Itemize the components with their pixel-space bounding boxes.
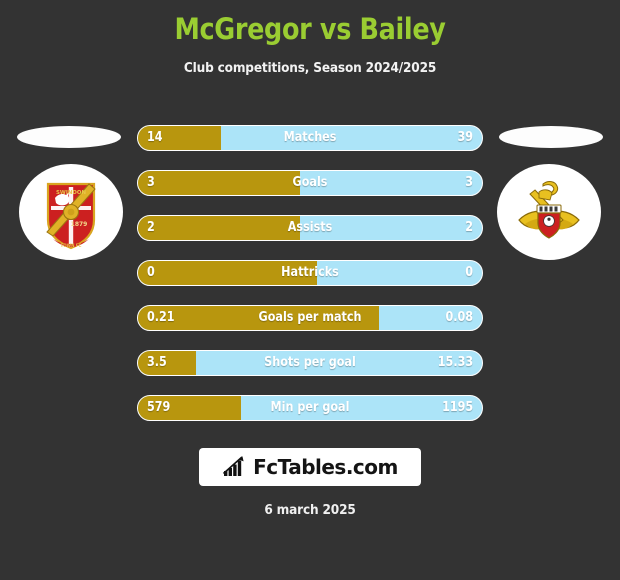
stat-away-value: 39 — [457, 130, 473, 145]
stat-row: 0.21 Goals per match 0.08 — [137, 305, 483, 331]
report-date: 6 march 2025 — [264, 502, 356, 518]
page-subtitle: Club competitions, Season 2024/2025 — [183, 60, 437, 76]
stat-label: Goals per match — [258, 310, 362, 325]
stat-home-value: 0 — [147, 265, 155, 280]
stat-row: 3.5 Shots per goal 15.33 — [137, 350, 483, 376]
svg-text:TOWN FC: TOWN FC — [61, 243, 82, 248]
stat-row: 0 Hattricks 0 — [137, 260, 483, 286]
stats-comparison-chart: 14 Matches 39 3 Goals 3 2 Assists 2 0 Hattricks 0 0.… — [137, 125, 483, 440]
stat-label: Min per goal — [270, 400, 350, 415]
stat-label: Goals — [292, 175, 328, 190]
stat-row: 579 Min per goal 1195 — [137, 395, 483, 421]
svg-text:1879: 1879 — [71, 221, 88, 228]
stat-label: Hattricks — [281, 265, 339, 280]
stat-row: 3 Goals 3 — [137, 170, 483, 196]
page-title: McGregor vs Bailey — [174, 12, 446, 46]
stat-away-value: 0.08 — [445, 310, 473, 325]
stat-home-value: 14 — [147, 130, 163, 145]
stat-row: 2 Assists 2 — [137, 215, 483, 241]
fctables-label: FcTables.com — [253, 455, 398, 479]
stat-away-value: 3 — [465, 175, 473, 190]
stat-away-value: 15.33 — [437, 355, 473, 370]
stat-home-value: 2 — [147, 220, 155, 235]
stat-away-value: 2 — [465, 220, 473, 235]
bar-chart-growth-icon — [223, 456, 244, 476]
stat-away-value: 0 — [465, 265, 473, 280]
header: McGregor vs Bailey Club competitions, Se… — [0, 0, 620, 76]
swindon-town-crest-icon: 1879 SWINDON TOWN FC — [46, 182, 96, 250]
svg-text:SWINDON: SWINDON — [56, 190, 86, 196]
fctables-logo[interactable]: FcTables.com — [199, 448, 421, 486]
doncaster-rovers-crest-icon — [518, 181, 580, 239]
stat-row: 14 Matches 39 — [137, 125, 483, 151]
stat-label: Shots per goal — [264, 355, 356, 370]
away-team-crest[interactable] — [497, 164, 601, 260]
stat-label: Assists — [287, 220, 333, 235]
stat-label: Matches — [283, 130, 337, 145]
home-team-crest[interactable]: 1879 SWINDON TOWN FC — [19, 164, 123, 260]
stat-away-value: 1195 — [441, 400, 473, 415]
stat-home-value: 3 — [147, 175, 155, 190]
away-banner-oval — [499, 126, 603, 148]
home-banner-oval — [17, 126, 121, 148]
